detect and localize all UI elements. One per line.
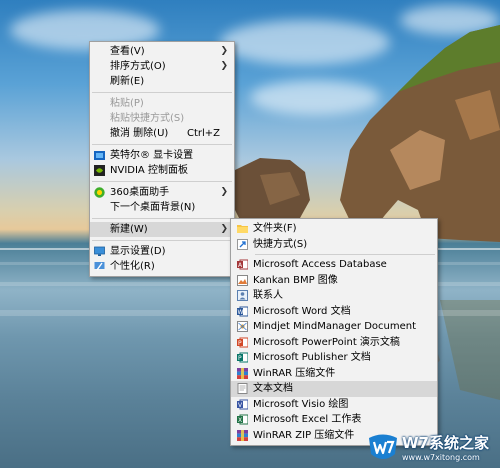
menu-item-label: 粘贴(P) <box>110 98 144 109</box>
menu-separator <box>92 218 232 219</box>
menu-item-label: 个性化(R) <box>110 261 155 272</box>
menu-item-label: Microsoft PowerPoint 演示文稿 <box>253 336 400 348</box>
chevron-right-icon: ❯ <box>220 61 228 71</box>
intel-graphics-icon <box>94 151 105 160</box>
bmp-image-icon <box>237 274 248 286</box>
menu-item-paste: 粘贴(P) <box>90 96 234 111</box>
new-text-document-item[interactable]: 文本文档 <box>231 381 437 397</box>
new-submenu: 文件夹(F) 快捷方式(S) A Microsoft Access Databa… <box>230 218 438 446</box>
menu-item-label: Microsoft Excel 工作表 <box>253 414 362 425</box>
chevron-right-icon: ❯ <box>220 187 228 197</box>
menu-item-label: 查看(V) <box>110 46 145 57</box>
menu-separator <box>92 144 232 145</box>
access-icon: A <box>237 259 248 270</box>
folder-icon <box>237 225 248 233</box>
menu-item-display-settings[interactable]: 显示设置(D) <box>90 244 234 259</box>
menu-item-intel-graphics[interactable]: 英特尔® 显卡设置 <box>90 148 234 163</box>
menu-item-undo-delete[interactable]: 撤消 删除(U) Ctrl+Z <box>90 126 234 141</box>
menu-item-label: 排序方式(O) <box>110 61 166 72</box>
menu-item-view[interactable]: 查看(V) ❯ <box>90 44 234 59</box>
menu-item-label: 联系人 <box>253 290 283 301</box>
menu-item-label: 新建(W) <box>110 224 148 235</box>
menu-separator <box>92 240 232 241</box>
menu-item-paste-shortcut: 粘贴快捷方式(S) <box>90 111 234 126</box>
menu-item-label: Mindjet MindManager Document <box>253 321 417 332</box>
display-icon <box>94 246 105 256</box>
chevron-right-icon: ❯ <box>220 224 228 234</box>
menu-item-sort-by[interactable]: 排序方式(O) ❯ <box>90 59 234 74</box>
new-contact-item[interactable]: 联系人 <box>231 288 437 304</box>
watermark-brand: W7系统之家 <box>402 434 489 452</box>
svg-text:P: P <box>238 340 242 347</box>
menu-item-new[interactable]: 新建(W) ❯ <box>90 222 234 237</box>
menu-item-label: 下一个桌面背景(N) <box>110 202 196 213</box>
menu-separator <box>92 181 232 182</box>
shortcut-icon <box>237 238 248 250</box>
text-document-icon <box>237 383 248 394</box>
menu-item-label: Microsoft Publisher 文档 <box>253 352 371 363</box>
svg-text:P: P <box>238 355 242 362</box>
new-mindmanager-document-item[interactable]: Mindjet MindManager Document <box>231 319 437 335</box>
menu-item-label: Microsoft Access Database <box>253 259 387 270</box>
menu-item-label: 刷新(E) <box>110 76 145 87</box>
shortcut-label: Ctrl+Z <box>186 128 220 139</box>
desktop-context-menu: 查看(V) ❯ 排序方式(O) ❯ 刷新(E) 粘贴(P) 粘贴快捷方式(S) … <box>89 41 235 277</box>
visio-icon: V <box>237 399 248 409</box>
360-assistant-icon <box>94 187 105 198</box>
new-publisher-document-item[interactable]: P Microsoft Publisher 文档 <box>231 350 437 366</box>
contact-icon <box>237 290 248 301</box>
excel-icon: X <box>237 414 248 425</box>
new-winrar-archive-item[interactable]: WinRAR 压缩文件 <box>231 366 437 382</box>
menu-item-personalize[interactable]: 个性化(R) <box>90 259 234 274</box>
menu-item-label: 显示设置(D) <box>110 246 166 257</box>
menu-item-label: 360桌面助手 <box>110 187 170 198</box>
menu-item-label: 撤消 删除(U) <box>110 128 169 139</box>
personalize-icon <box>94 262 105 271</box>
new-visio-drawing-item[interactable]: V Microsoft Visio 绘图 <box>231 397 437 413</box>
menu-item-label: 文本文档 <box>253 383 293 394</box>
menu-item-label: WinRAR ZIP 压缩文件 <box>253 429 355 441</box>
menu-item-label: WinRAR 压缩文件 <box>253 367 336 379</box>
menu-separator <box>255 254 435 255</box>
menu-item-refresh[interactable]: 刷新(E) <box>90 74 234 89</box>
menu-item-360-desktop-assistant[interactable]: 360桌面助手 ❯ <box>90 185 234 200</box>
watermark-url: www.w7xitong.com <box>402 453 480 462</box>
new-folder-item[interactable]: 文件夹(F) <box>231 221 437 237</box>
menu-separator <box>92 92 232 93</box>
w7-logo-icon <box>369 434 397 459</box>
menu-item-label: 粘贴快捷方式(S) <box>110 113 185 124</box>
menu-item-label: 文件夹(F) <box>253 223 297 234</box>
word-icon: W <box>237 306 248 316</box>
menu-item-nvidia-control-panel[interactable]: NVIDIA 控制面板 <box>90 163 234 178</box>
nvidia-icon <box>94 165 105 176</box>
new-word-document-item[interactable]: W Microsoft Word 文档 <box>231 304 437 320</box>
winrar-icon <box>237 367 248 379</box>
chevron-right-icon: ❯ <box>220 46 228 56</box>
menu-item-label: Microsoft Word 文档 <box>253 305 351 317</box>
powerpoint-icon: P <box>237 337 248 347</box>
site-watermark: W7系统之家 www.w7xitong.com <box>364 426 500 468</box>
menu-item-label: 快捷方式(S) <box>253 238 308 250</box>
menu-item-label: NVIDIA 控制面板 <box>110 165 188 176</box>
menu-item-label: Kankan BMP 图像 <box>253 274 338 286</box>
new-bmp-image-item[interactable]: Kankan BMP 图像 <box>231 273 437 289</box>
svg-text:X: X <box>238 417 242 424</box>
publisher-icon: P <box>237 352 248 363</box>
menu-item-label: Microsoft Visio 绘图 <box>253 398 349 410</box>
mindmanager-icon <box>237 321 248 332</box>
menu-item-next-desktop-background[interactable]: 下一个桌面背景(N) <box>90 200 234 215</box>
new-powerpoint-presentation-item[interactable]: P Microsoft PowerPoint 演示文稿 <box>231 335 437 351</box>
winrar-zip-icon <box>237 429 248 441</box>
new-access-database-item[interactable]: A Microsoft Access Database <box>231 257 437 273</box>
menu-item-label: 英特尔® 显卡设置 <box>110 150 194 161</box>
svg-text:W: W <box>238 309 244 316</box>
new-shortcut-item[interactable]: 快捷方式(S) <box>231 237 437 253</box>
